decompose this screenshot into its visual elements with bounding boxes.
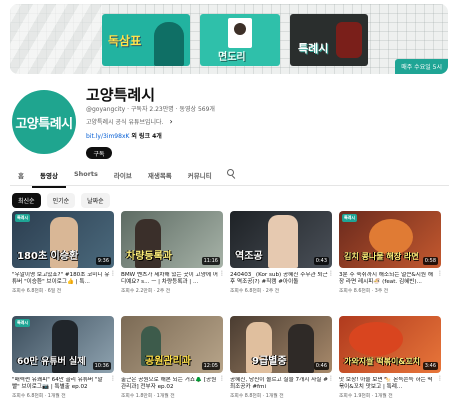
channel-banner: 독삼표 면도리 특례시 매주 수요일 5시 bbox=[10, 4, 448, 74]
banner-card-3: 특례시 bbox=[290, 14, 368, 66]
video-thumbnail[interactable]: 차량등록과 11:16 bbox=[121, 211, 223, 268]
video-thumbnail[interactable]: 9급별중 0:46 bbox=[230, 316, 332, 373]
banner-food-image bbox=[336, 22, 362, 58]
video-duration: 0:46 bbox=[313, 362, 329, 370]
video-duration: 0:43 bbox=[313, 257, 329, 265]
channel-links: bit.ly/3im98xK 외 링크 4개 bbox=[86, 131, 162, 140]
tab-live[interactable]: 라이브 bbox=[106, 168, 140, 186]
banner-card-1-text: 독삼표 bbox=[108, 34, 142, 48]
banner-card-2-text: 면도리 bbox=[218, 52, 246, 63]
channel-logo-badge: 특례시 bbox=[15, 214, 31, 222]
thumbnail-bowl bbox=[369, 219, 413, 255]
banner-card-3-text: 특례시 bbox=[298, 42, 329, 55]
more-vert-icon[interactable]: ⋮ bbox=[328, 376, 334, 382]
search-icon[interactable] bbox=[226, 169, 236, 179]
video-meta: 조회수 8.8천회 · 1개월 전 bbox=[230, 394, 284, 399]
video-card[interactable]: 역조공 0:43 240403_ (Kor sub) 공혜진 주무관 퇴근 후 … bbox=[230, 211, 334, 294]
avatar-text: 고양특례시 bbox=[15, 116, 73, 132]
channel-description-text: 고양특례시 공식 유튜브입니다. bbox=[86, 119, 164, 126]
video-meta: 조회수 6.8천회 · 1개월 전 bbox=[12, 394, 66, 399]
channel-avatar[interactable]: 고양특례시 bbox=[12, 90, 76, 154]
video-duration: 12:05 bbox=[201, 362, 220, 370]
video-title[interactable]: 240403_ (Kor sub) 공혜진 주무관 퇴근 후 역조공(?) #직… bbox=[230, 272, 328, 286]
more-links[interactable]: 외 링크 4개 bbox=[131, 133, 161, 140]
more-vert-icon[interactable]: ⋮ bbox=[219, 271, 225, 277]
tab-home[interactable]: 홈 bbox=[10, 168, 32, 186]
thumbnail-person bbox=[268, 215, 298, 268]
more-vert-icon[interactable]: ⋮ bbox=[110, 271, 116, 277]
chip-popular[interactable]: 인기순 bbox=[46, 193, 76, 208]
chip-latest[interactable]: 최신순 bbox=[12, 193, 41, 208]
video-duration: 10:36 bbox=[92, 362, 111, 370]
banner-card-2: 면도리 bbox=[200, 14, 280, 66]
chip-oldest[interactable]: 날짜순 bbox=[81, 193, 110, 208]
thumbnail-text: 차량등록과 bbox=[126, 251, 172, 262]
thumbnail-text: 공원관리과 bbox=[145, 356, 191, 367]
channel-name: 고양특례시 bbox=[86, 86, 156, 104]
thumbnail-text: 60만 유튜버 실제 bbox=[17, 357, 86, 367]
tab-shorts[interactable]: Shorts bbox=[66, 168, 106, 184]
video-thumbnail[interactable]: 역조공 0:43 bbox=[230, 211, 332, 268]
channel-logo-badge: 특례시 bbox=[15, 319, 31, 327]
video-title[interactable]: 출근은 공원으로 해본 되는 거죠🌲 [공원관리과] 전부자 ep.02 bbox=[121, 377, 219, 391]
thumbnail-text: 9급별중 bbox=[252, 356, 287, 367]
video-thumbnail[interactable]: 특례시 김치 콩나물 해장 라면 0:58 bbox=[339, 211, 441, 268]
banner-schedule-tag: 매주 수요일 5시 bbox=[395, 59, 448, 74]
video-title[interactable]: "매력쩐 유쾌피" 64만 골리 유튜버 "말빨" 브이로그📷 | 특별출 ep… bbox=[12, 377, 110, 391]
video-title[interactable]: 3분 주 숙취까지 해소되는 얼큰&시원 해장 라면 레시피🍜 (feat. 김… bbox=[339, 272, 437, 286]
tab-community[interactable]: 커뮤니티 bbox=[180, 168, 220, 186]
video-duration: 3:46 bbox=[422, 362, 438, 370]
channel-tabs: 홈 동영상 Shorts 라이브 재생목록 커뮤니티 bbox=[10, 168, 236, 188]
video-card[interactable]: 9급별중 0:46 공혜진, 당신이 몰르고 실을 7개지 사실 #최조공카 #… bbox=[230, 316, 334, 399]
thumbnail-text: 역조공 bbox=[235, 251, 263, 262]
chevron-right-icon[interactable]: › bbox=[169, 117, 172, 126]
video-thumbnail[interactable]: 특례시 180초 이승환 9:36 bbox=[12, 211, 114, 268]
more-vert-icon[interactable]: ⋮ bbox=[328, 271, 334, 277]
video-title[interactable]: BMW 벤츠가 세차해 있는 곳이 고양에 어디예요? s... ㅡ | 차량등… bbox=[121, 272, 219, 286]
video-thumbnail[interactable]: 공원관리과 12:05 bbox=[121, 316, 223, 373]
video-card[interactable]: 특례시 180초 이승환 9:36 "우알이영 보고있죠?" #180초 코미디… bbox=[12, 211, 116, 294]
video-meta: 조회수 1.8만회 · 1개월 전 bbox=[121, 394, 175, 399]
video-title[interactable]: 공혜진, 당신이 몰르고 실을 7개지 사실 #최조공카 #fmi bbox=[230, 377, 328, 391]
more-vert-icon[interactable]: ⋮ bbox=[437, 376, 443, 382]
banner-id-badge-image bbox=[228, 18, 252, 48]
sort-chips: 최신순 인기순 날짜순 bbox=[12, 193, 110, 208]
banner-person-image bbox=[154, 22, 184, 66]
video-card[interactable]: 차량등록과 11:16 BMW 벤츠가 세차해 있는 곳이 고양에 어디예요? … bbox=[121, 211, 225, 294]
thumbnail-text: 김치 콩나물 해장 라면 bbox=[344, 252, 419, 261]
thumbnail-dish bbox=[349, 322, 403, 356]
tabs-divider bbox=[10, 185, 449, 186]
more-vert-icon[interactable]: ⋮ bbox=[437, 271, 443, 277]
video-thumbnail[interactable]: 특례시 60만 유튜버 실제 10:36 bbox=[12, 316, 114, 373]
video-card[interactable]: 공원관리과 12:05 출근은 공원으로 해본 되는 거죠🌲 [공원관리과] 전… bbox=[121, 316, 225, 399]
video-duration: 0:58 bbox=[422, 257, 438, 265]
video-meta: 조회수 8.6천회 · 3주 전 bbox=[339, 289, 389, 294]
video-title[interactable]: "우알이영 보고있죠?" #180초 코미디 유튜버 "이승환" 브이로그👍 |… bbox=[12, 272, 110, 286]
video-card[interactable]: 특례시 60만 유튜버 실제 10:36 "매력쩐 유쾌피" 64만 골리 유튜… bbox=[12, 316, 116, 399]
video-card[interactable]: 가와지쌀 떡볶이&꼬치 3:46 맛 보장! 아울 보면 🍢 몬득쫀득 하는 떡… bbox=[339, 316, 443, 399]
channel-description[interactable]: 고양특례시 공식 유튜브입니다. › bbox=[86, 117, 173, 126]
more-vert-icon[interactable]: ⋮ bbox=[110, 376, 116, 382]
video-meta: 조회수 2.2만회 · 2주 전 bbox=[121, 289, 171, 294]
video-card[interactable]: 특례시 김치 콩나물 해장 라면 0:58 3분 주 숙취까지 해소되는 얼큰&… bbox=[339, 211, 443, 294]
video-meta: 조회수 6.8천회 · 2주 전 bbox=[230, 289, 280, 294]
channel-link[interactable]: bit.ly/3im98xK bbox=[86, 133, 129, 140]
channel-meta: @goyangcity · 구독자 2.23만명 · 동영상 569개 bbox=[86, 106, 215, 113]
banner-card-1: 독삼표 bbox=[102, 14, 190, 66]
video-meta: 조회수 1.9천회 · 1개월 전 bbox=[339, 394, 393, 399]
channel-logo-badge: 특례시 bbox=[342, 214, 358, 222]
video-thumbnail[interactable]: 가와지쌀 떡볶이&꼬치 3:46 bbox=[339, 316, 441, 373]
more-vert-icon[interactable]: ⋮ bbox=[219, 376, 225, 382]
thumbnail-person bbox=[288, 324, 314, 373]
thumbnail-text: 180초 이승환 bbox=[17, 251, 79, 262]
thumbnail-text: 가와지쌀 떡볶이&꼬치 bbox=[344, 357, 421, 366]
subscribe-button[interactable]: 구독 bbox=[86, 147, 112, 159]
video-duration: 9:36 bbox=[95, 257, 111, 265]
video-meta: 조회수 6.8천회 · 6일 전 bbox=[12, 289, 62, 294]
video-title[interactable]: 맛 보장! 아울 보면 🍢 몬득쫀득 하는 떡볶이&꼬치 맛보고 | 특례... bbox=[339, 377, 437, 391]
banner-stripes bbox=[10, 4, 102, 74]
tab-playlists[interactable]: 재생목록 bbox=[140, 168, 180, 186]
video-duration: 11:16 bbox=[201, 257, 220, 265]
